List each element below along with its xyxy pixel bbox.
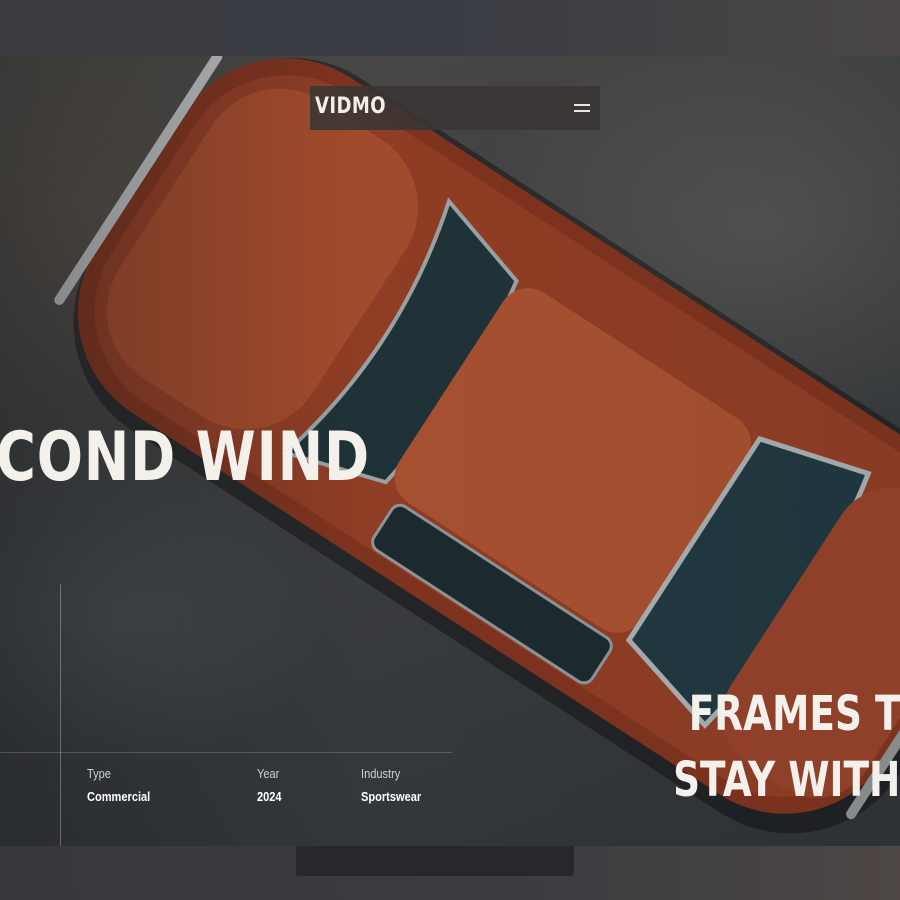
tagline-line-1: FRAMES T bbox=[688, 686, 900, 742]
detail-industry: Industry Sportswear bbox=[361, 766, 432, 804]
horizontal-divider bbox=[0, 752, 452, 753]
detail-label: Industry bbox=[361, 766, 401, 781]
top-band bbox=[0, 0, 900, 56]
bottom-tab bbox=[296, 846, 574, 876]
brand-logo[interactable]: VIDMO bbox=[315, 94, 386, 119]
detail-value: Commercial bbox=[87, 789, 151, 804]
vertical-divider bbox=[60, 584, 61, 846]
detail-type: Type Commercial bbox=[87, 766, 161, 804]
hero-title: COND WIND bbox=[0, 418, 370, 497]
hamburger-menu-icon[interactable] bbox=[574, 101, 590, 113]
detail-label: Type bbox=[87, 766, 111, 781]
tagline-line-2: STAY WITH bbox=[672, 752, 900, 808]
top-nav-bar: VIDMO bbox=[310, 86, 600, 130]
detail-year: Year 2024 bbox=[257, 766, 286, 804]
detail-value: 2024 bbox=[257, 789, 282, 804]
detail-value: Sportswear bbox=[361, 789, 422, 804]
detail-label: Year bbox=[257, 766, 280, 781]
